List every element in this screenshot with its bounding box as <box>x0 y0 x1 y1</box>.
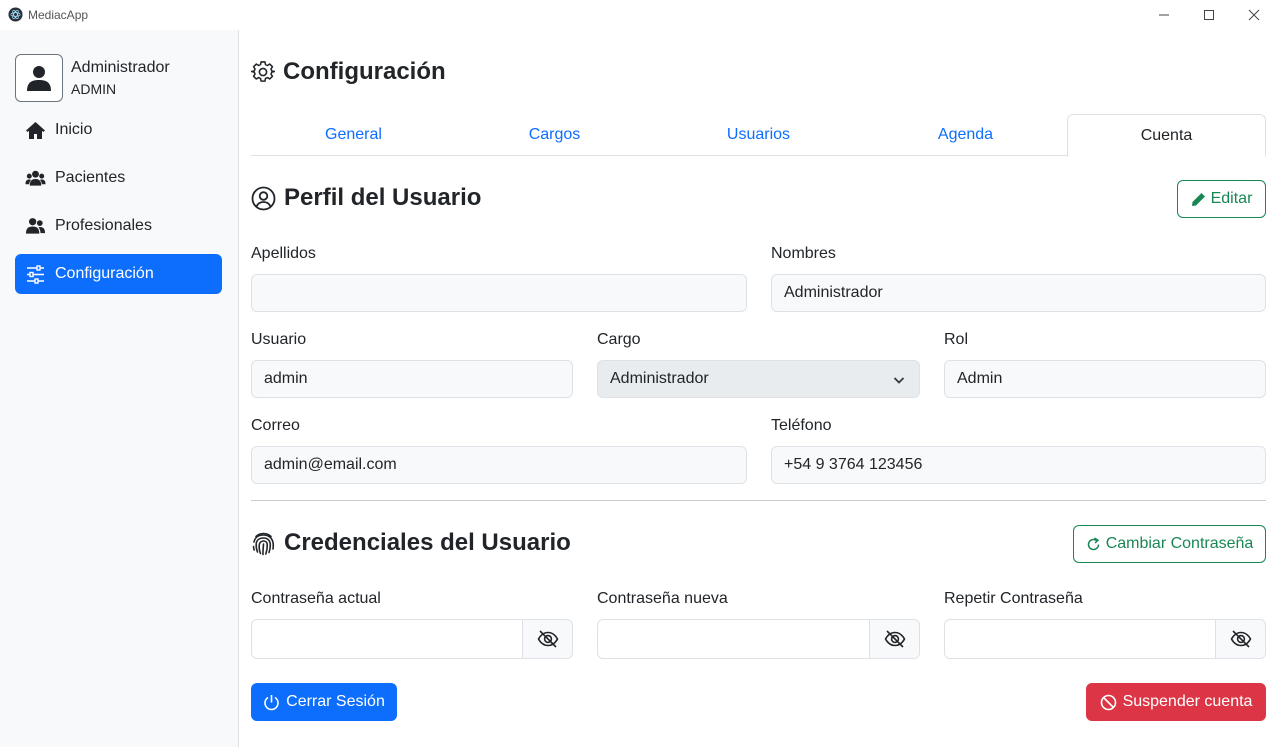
toggle-repeat-password-button[interactable] <box>1215 620 1265 658</box>
ban-icon <box>1100 694 1116 710</box>
section-divider <box>251 500 1266 501</box>
app-logo-icon <box>8 7 23 22</box>
email-field[interactable]: admin@email.com <box>251 446 747 484</box>
user-card: Administrador ADMIN <box>15 54 225 104</box>
nombres-label: Nombres <box>771 245 836 262</box>
fingerprint-icon <box>252 532 275 555</box>
rol-field[interactable]: Admin <box>944 360 1266 398</box>
apellidos-label: Apellidos <box>251 245 316 262</box>
eye-slash-icon <box>537 630 558 648</box>
credentials-title-text: Credenciales del Usuario <box>284 529 571 556</box>
sidebar-item-label: Pacientes <box>55 169 126 186</box>
repeat-password-input[interactable] <box>945 620 1215 658</box>
cargo-select[interactable]: Administrador <box>597 360 920 398</box>
apellidos-field[interactable] <box>251 274 747 312</box>
maximize-icon <box>1204 10 1214 20</box>
main-content: Configuración General Cargos Usuarios Ag… <box>251 30 1266 747</box>
eye-slash-icon <box>884 630 905 648</box>
minimize-button[interactable] <box>1141 0 1187 30</box>
logout-button[interactable]: Cerrar Sesión <box>251 683 397 721</box>
rol-label: Rol <box>944 331 969 348</box>
cargo-label: Cargo <box>597 331 641 348</box>
tab-cargos[interactable]: Cargos <box>453 114 656 156</box>
sidebar-item-profesionales[interactable]: Profesionales <box>15 206 222 246</box>
settings-tabs: General Cargos Usuarios Agenda Cuenta <box>251 114 1266 157</box>
minimize-icon <box>1159 14 1169 16</box>
sliders-icon <box>27 264 44 284</box>
repeat-password-label: Repetir Contraseña <box>944 590 1083 607</box>
change-password-button[interactable]: Cambiar Contraseña <box>1073 525 1266 563</box>
new-password-group <box>597 619 920 659</box>
refresh-icon <box>1087 536 1099 550</box>
people-pair-icon <box>25 217 46 234</box>
new-password-input[interactable] <box>598 620 869 658</box>
toggle-new-password-button[interactable] <box>869 620 919 658</box>
correo-label: Correo <box>251 417 300 434</box>
current-password-group <box>251 619 573 659</box>
window-titlebar: MediacApp <box>0 0 1277 30</box>
gear-icon <box>251 61 275 82</box>
power-icon <box>264 694 279 710</box>
logout-button-label: Cerrar Sesión <box>286 693 385 710</box>
person-circle-icon <box>251 186 276 210</box>
usuario-label: Usuario <box>251 331 307 348</box>
edit-button-label: Editar <box>1210 190 1253 207</box>
chevron-down-icon <box>893 377 905 384</box>
telefono-label: Teléfono <box>771 417 832 434</box>
sidebar-item-label: Configuración <box>55 265 154 282</box>
new-password-label: Contraseña nueva <box>597 590 728 607</box>
eye-slash-icon <box>1230 630 1251 648</box>
sidebar-item-pacientes[interactable]: Pacientes <box>15 158 222 198</box>
user-role: ADMIN <box>71 81 117 97</box>
window-title: MediacApp <box>28 8 89 22</box>
page-title: Configuración <box>251 58 446 86</box>
tab-general[interactable]: General <box>251 114 456 156</box>
tab-agenda[interactable]: Agenda <box>863 114 1068 156</box>
usuario-field[interactable]: admin <box>251 360 573 398</box>
sidebar-item-inicio[interactable]: Inicio <box>15 110 222 150</box>
change-password-label: Cambiar Contraseña <box>1105 535 1254 552</box>
user-name: Administrador <box>71 59 170 76</box>
maximize-button[interactable] <box>1186 0 1232 30</box>
cargo-select-value: Administrador <box>610 370 709 387</box>
tab-cuenta[interactable]: Cuenta <box>1067 114 1266 157</box>
edit-button[interactable]: Editar <box>1177 180 1266 218</box>
phone-field[interactable]: +54 9 3764 123456 <box>771 446 1266 484</box>
person-icon <box>27 66 51 91</box>
sidebar-item-configuracion[interactable]: Configuración <box>15 254 222 294</box>
toggle-current-password-button[interactable] <box>522 620 572 658</box>
repeat-password-group <box>944 619 1266 659</box>
sidebar: Administrador ADMIN Inicio Pacientes Pro… <box>0 30 239 747</box>
close-button[interactable] <box>1231 0 1277 30</box>
avatar <box>15 54 63 102</box>
credentials-section-title: Credenciales del Usuario <box>251 529 571 557</box>
current-password-label: Contraseña actual <box>251 590 381 607</box>
tab-usuarios[interactable]: Usuarios <box>656 114 861 156</box>
house-icon <box>26 121 45 139</box>
page-title-text: Configuración <box>283 58 446 85</box>
sidebar-item-label: Inicio <box>55 121 93 138</box>
nombres-field[interactable]: Administrador <box>771 274 1266 312</box>
suspend-button-label: Suspender cuenta <box>1122 693 1253 710</box>
profile-title-text: Perfil del Usuario <box>284 184 482 211</box>
current-password-input[interactable] <box>252 620 522 658</box>
profile-section-title: Perfil del Usuario <box>251 184 481 212</box>
suspend-account-button[interactable]: Suspender cuenta <box>1086 683 1266 721</box>
people-icon <box>25 170 46 186</box>
sidebar-item-label: Profesionales <box>55 217 152 234</box>
close-icon <box>1248 9 1260 21</box>
pencil-icon <box>1191 192 1205 206</box>
